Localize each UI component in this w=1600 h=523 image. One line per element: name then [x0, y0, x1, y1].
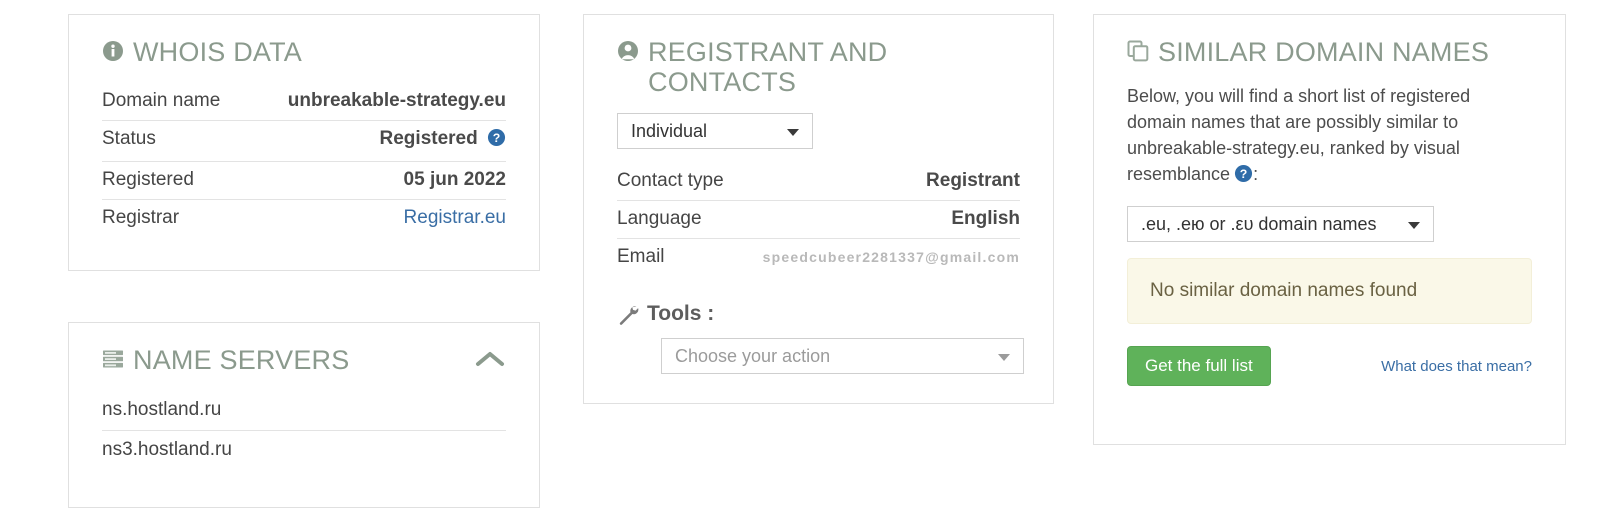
- registrar-link[interactable]: Registrar.eu: [404, 207, 506, 229]
- whois-rows: Domain name unbreakable-strategy.eu Stat…: [102, 83, 506, 237]
- list-item: ns.hostland.ru: [102, 391, 506, 431]
- table-row: Registrar Registrar.eu: [102, 200, 506, 237]
- row-label-domain-name: Domain name: [102, 90, 221, 111]
- no-results-alert: No similar domain names found: [1127, 258, 1532, 324]
- copy-icon: [1127, 40, 1149, 62]
- chevron-down-icon: [787, 129, 799, 136]
- table-row: Status Registered ?: [102, 121, 506, 162]
- row-label-email: Email: [617, 246, 665, 267]
- similar-panel-heading: SIMILAR DOMAIN NAMES: [1127, 37, 1532, 67]
- name-servers-heading: NAME SERVERS: [102, 345, 506, 375]
- row-label-registrar: Registrar: [102, 207, 180, 228]
- tools-label: Tools :: [647, 302, 715, 325]
- tools-action-select-placeholder: Choose your action: [675, 346, 831, 366]
- user-icon: [617, 40, 639, 62]
- row-label-status: Status: [102, 128, 156, 149]
- row-value-language: English: [951, 208, 1020, 229]
- whois-panel-heading: WHOIS DATA: [102, 37, 506, 67]
- row-value-email: speedcubeer2281337@gmail.com: [762, 249, 1020, 265]
- name-servers-panel: NAME SERVERS ns.hostland.ru ns3.hostland…: [68, 322, 540, 508]
- wrench-icon: [617, 303, 639, 325]
- tools-select-wrapper: Choose your action: [617, 338, 1024, 374]
- row-value-status: Registered ?: [380, 128, 506, 153]
- contact-type-select-value: Individual: [631, 121, 708, 141]
- table-row: Domain name unbreakable-strategy.eu: [102, 83, 506, 121]
- server-icon: [102, 348, 124, 370]
- name-servers-list: ns.hostland.ru ns3.hostland.ru: [102, 391, 506, 470]
- registrant-panel-title: REGISTRANT AND CONTACTS: [648, 37, 888, 97]
- registrant-rows: Contact type Registrant Language English…: [617, 163, 1020, 276]
- table-row: Registered 05 jun 2022: [102, 162, 506, 200]
- row-value-domain-name: unbreakable-strategy.eu: [287, 90, 506, 111]
- similar-description-suffix: :: [1253, 164, 1259, 184]
- contact-type-select[interactable]: Individual: [617, 113, 813, 149]
- similar-description-text: Below, you will find a short list of reg…: [1127, 86, 1471, 184]
- tools-action-select[interactable]: Choose your action: [661, 338, 1024, 374]
- svg-text:?: ?: [493, 131, 501, 145]
- chevron-down-icon: [998, 354, 1010, 361]
- svg-text:?: ?: [1240, 167, 1248, 181]
- tools-heading: Tools :: [617, 302, 1020, 326]
- row-value-contact-type: Registrant: [926, 170, 1020, 191]
- table-row: Email speedcubeer2281337@gmail.com: [617, 239, 1020, 276]
- row-value-registered-date: 05 jun 2022: [403, 169, 506, 190]
- chevron-up-icon[interactable]: [474, 349, 506, 369]
- row-label-registered: Registered: [102, 169, 194, 190]
- table-row: Language English: [617, 201, 1020, 239]
- whois-results-page: WHOIS DATA Domain name unbreakable-strat…: [0, 0, 1600, 523]
- whois-data-panel: WHOIS DATA Domain name unbreakable-strat…: [68, 14, 540, 271]
- row-label-contact-type: Contact type: [617, 170, 724, 191]
- similar-domain-names-panel: SIMILAR DOMAIN NAMES Below, you will fin…: [1093, 14, 1566, 445]
- info-icon: [102, 40, 124, 62]
- registrant-panel-heading: REGISTRANT AND CONTACTS: [617, 37, 947, 97]
- tld-variant-select[interactable]: .eu, .ею or .ευ domain names: [1127, 206, 1434, 242]
- status-badge: Registered: [379, 128, 478, 149]
- name-servers-title: NAME SERVERS: [133, 345, 350, 375]
- table-row: Contact type Registrant: [617, 163, 1020, 201]
- tld-variant-select-value: .eu, .ею or .ευ domain names: [1141, 214, 1377, 234]
- help-icon[interactable]: ?: [1234, 164, 1253, 190]
- list-item: ns3.hostland.ru: [102, 439, 232, 460]
- similar-panel-title: SIMILAR DOMAIN NAMES: [1158, 37, 1490, 67]
- registrant-contacts-panel: REGISTRANT AND CONTACTS Individual Conta…: [583, 14, 1054, 404]
- whois-panel-title: WHOIS DATA: [133, 37, 302, 67]
- what-does-that-mean-link[interactable]: What does that mean?: [1381, 358, 1532, 375]
- similar-panel-footer: Get the full list What does that mean?: [1127, 346, 1532, 386]
- help-icon[interactable]: ?: [487, 128, 506, 153]
- row-label-language: Language: [617, 208, 702, 229]
- chevron-down-icon: [1408, 222, 1420, 229]
- get-full-list-button[interactable]: Get the full list: [1127, 346, 1271, 386]
- similar-panel-description: Below, you will find a short list of reg…: [1127, 83, 1507, 190]
